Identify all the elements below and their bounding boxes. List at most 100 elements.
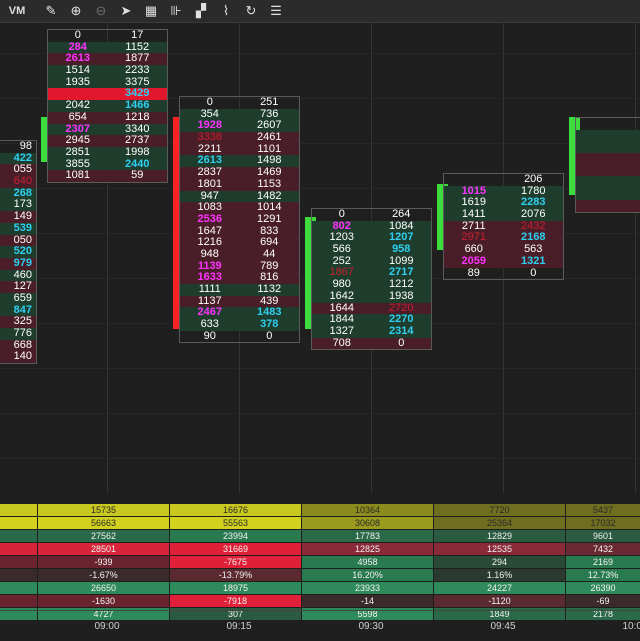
stats-cell: 16.20%: [302, 569, 433, 581]
footprint-row: 776: [0, 328, 36, 340]
bid-volume: 3855: [48, 159, 108, 171]
stats-cell: -1.67%: [38, 569, 169, 581]
stats-cell: 12.73%: [566, 569, 640, 581]
bid-volume: 948: [180, 249, 240, 261]
bid-volume: 2971: [444, 232, 504, 244]
stats-cell: -13.79%: [170, 569, 301, 581]
stats-cell: [0, 556, 37, 568]
footprint-row: 28371469: [180, 167, 299, 179]
grid-line: [0, 413, 640, 414]
statistics-grid: 1573516676103647720543756663555633060825…: [0, 504, 640, 608]
footprint-row: 422: [0, 153, 36, 165]
bid-volume: [576, 188, 636, 200]
footprint-row: 354736: [180, 109, 299, 121]
footprint-row: 25361291: [180, 214, 299, 226]
ask-volume: 251: [240, 97, 300, 109]
bid-volume: [576, 165, 636, 177]
ask-volume: 050: [0, 235, 36, 247]
ask-volume: 0: [504, 268, 564, 280]
bid-volume: 802: [312, 221, 372, 233]
stats-cell: 56663: [38, 517, 169, 529]
bid-volume: 3338: [180, 132, 240, 144]
footprint-column[interactable]: 9842205564026817314953905052097946012765…: [0, 140, 37, 364]
vm-button[interactable]: VM: [6, 1, 28, 21]
footprint-row: 890: [444, 268, 563, 280]
footprint-row: 1647833: [180, 226, 299, 238]
footprint-row: 1137439: [180, 296, 299, 308]
bid-volume: 90: [180, 331, 240, 343]
footprint-row: 18672717: [312, 267, 431, 279]
ask-volume: 1084: [372, 221, 432, 233]
footprint-row: 26131877: [48, 53, 167, 65]
footprint-row: 1992: [576, 165, 640, 177]
footprint-row: 108159: [48, 170, 167, 182]
footprint-column[interactable]: 0251354736192826073338246122111101261314…: [179, 96, 300, 343]
footprint-column[interactable]: 930791524201992855391165: [575, 117, 640, 213]
bid-volume: 1083: [180, 202, 240, 214]
drawing-tool-icon[interactable]: ⌇: [215, 1, 237, 21]
stats-cell: 1.16%: [434, 569, 565, 581]
stats-cell: 17783: [302, 530, 433, 542]
ask-volume: 539: [636, 188, 640, 200]
bid-volume: 1081: [48, 170, 108, 182]
footprint-column[interactable]: 0172841152261318771514223319353375342920…: [47, 29, 168, 183]
footprint-row: 1165: [576, 200, 640, 212]
pencil-icon[interactable]: ✎: [40, 1, 62, 21]
footprint-row: 268: [0, 188, 36, 200]
ask-volume: 915: [636, 141, 640, 153]
cursor-icon[interactable]: ➤: [115, 1, 137, 21]
ask-volume: 563: [504, 244, 564, 256]
ask-volume: 1466: [108, 100, 168, 112]
footprint-row: 017: [48, 30, 167, 42]
bid-volume: 2042: [48, 100, 108, 112]
ask-volume: 1877: [108, 53, 168, 65]
bid-volume: 1327: [312, 326, 372, 338]
bar-spacing-icon[interactable]: ⊪: [165, 1, 187, 21]
ask-volume: 1218: [108, 112, 168, 124]
bid-volume: [576, 153, 636, 165]
footprint-row: 206: [444, 174, 563, 186]
footprint-column[interactable]: 2061015178016192283141120762711243229712…: [443, 173, 564, 280]
ask-volume: 439: [240, 296, 300, 308]
stats-cell: 12535: [434, 543, 565, 555]
bid-volume: 2211: [180, 144, 240, 156]
grid-line: [635, 23, 636, 493]
footprint-row: 325: [0, 316, 36, 328]
ask-volume: 1498: [240, 155, 300, 167]
ask-volume: 17: [108, 30, 168, 42]
grid-line: [0, 458, 640, 459]
bid-volume: 1411: [444, 209, 504, 221]
footprint-chart[interactable]: 9842205564026817314953905052097946012765…: [0, 23, 640, 493]
bid-volume: 0: [48, 30, 108, 42]
zoom-in-icon[interactable]: ⊕: [65, 1, 87, 21]
refresh-icon[interactable]: ↻: [240, 1, 262, 21]
ask-volume: 2737: [108, 135, 168, 147]
footprint-column[interactable]: 0264802108412031207566958252109918672717…: [311, 208, 432, 350]
bid-volume: 1844: [312, 314, 372, 326]
ask-volume: 460: [0, 270, 36, 282]
bid-volume: 633: [180, 319, 240, 331]
stats-row: 285013166912825125357432: [0, 543, 640, 556]
data-box-icon[interactable]: ▦: [140, 1, 162, 21]
stats-cell: 10364: [302, 504, 433, 516]
list-icon[interactable]: ☰: [265, 1, 287, 21]
stats-cell: 23994: [170, 530, 301, 542]
zoom-out-icon[interactable]: ⊖: [90, 1, 112, 21]
footprint-row: 10831014: [180, 202, 299, 214]
footprint-row: 20591321: [444, 256, 563, 268]
stats-cell: 7432: [566, 543, 640, 555]
bid-volume: 0: [180, 97, 240, 109]
blocks-icon[interactable]: ▞: [190, 1, 212, 21]
stats-cell: 17032: [566, 517, 640, 529]
ask-volume: 268: [0, 188, 36, 200]
stats-cell: [0, 582, 37, 594]
footprint-row: 659: [0, 293, 36, 305]
stats-cell: [0, 569, 37, 581]
ask-volume: 1992: [636, 165, 640, 177]
ask-volume: 1938: [372, 291, 432, 303]
stats-row: 2665018975239332422726390: [0, 582, 640, 595]
time-tick-label: 09:30: [341, 621, 401, 632]
bid-volume: 354: [180, 109, 240, 121]
footprint-row: 16192283: [444, 197, 563, 209]
stats-row: 15735166761036477205437: [0, 504, 640, 517]
